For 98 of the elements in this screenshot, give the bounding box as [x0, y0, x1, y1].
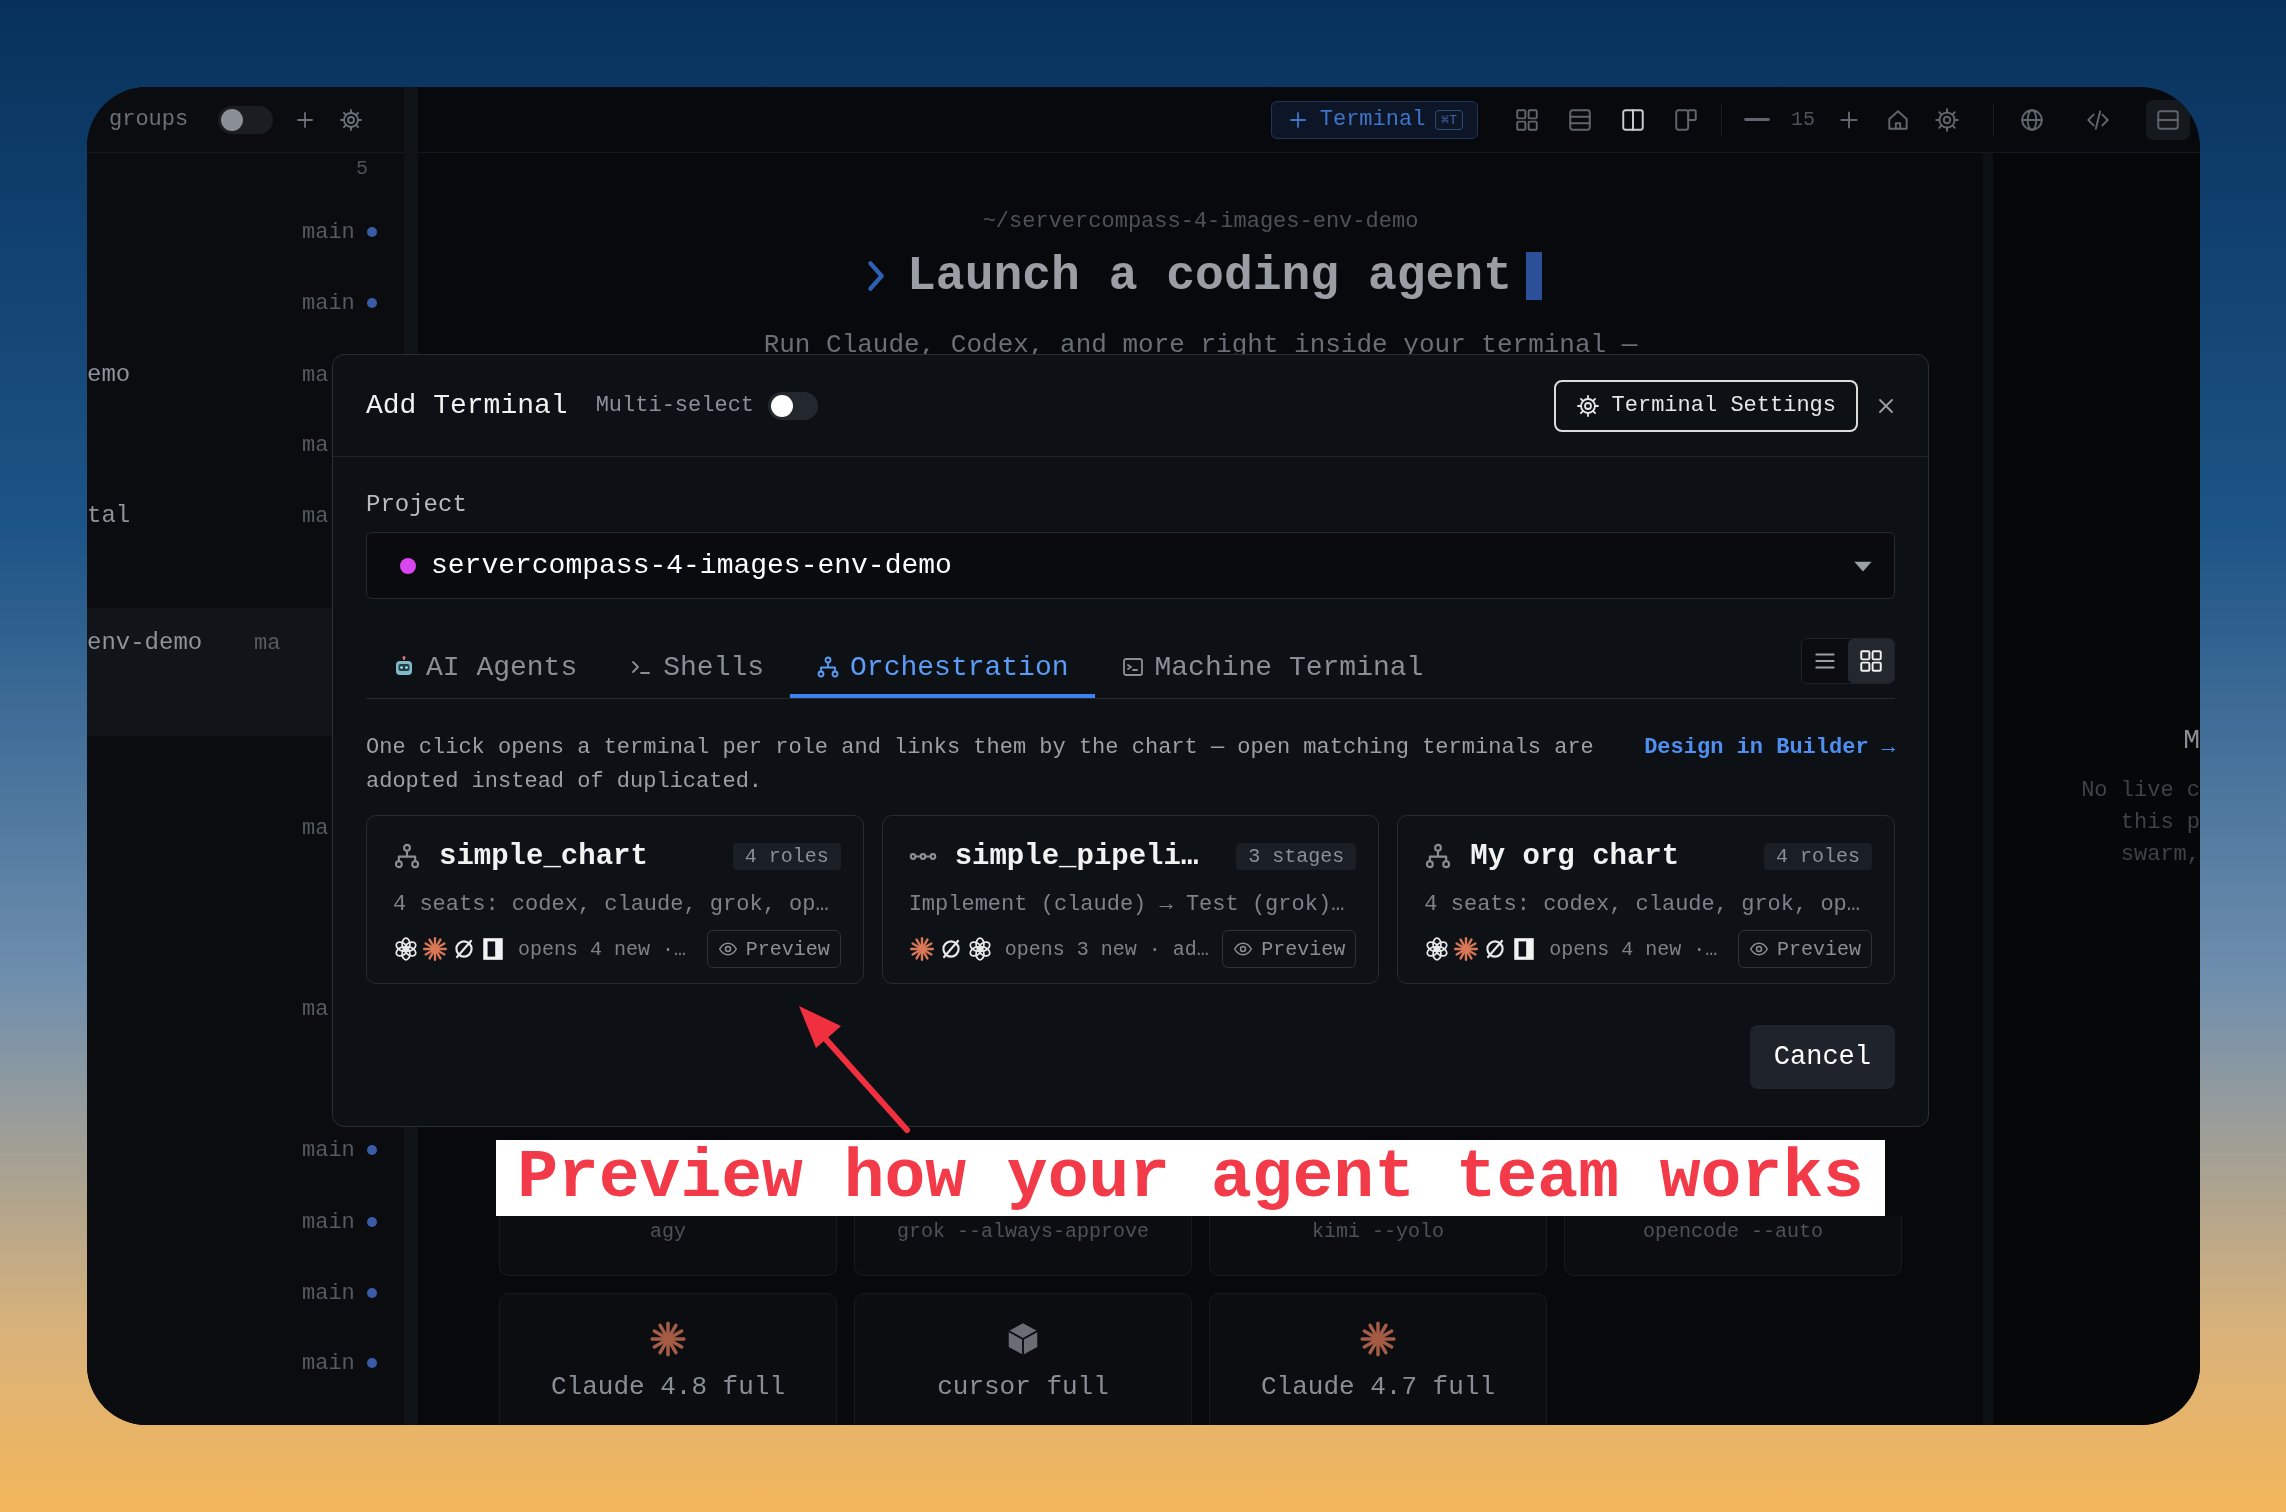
grid-view-button[interactable]: [1848, 639, 1894, 683]
branch-label: main: [302, 219, 355, 245]
panel-button[interactable]: [2146, 99, 2190, 140]
font-size-value: 15: [1790, 108, 1816, 131]
count-badge: 4 roles: [1763, 842, 1872, 870]
branch-label: main: [302, 290, 355, 316]
asterisk-icon: [908, 936, 935, 962]
branch-label: ma: [302, 362, 329, 388]
split-layout-icon: [1673, 106, 1699, 133]
tab[interactable]: Orchestration: [790, 636, 1095, 698]
grid-icon: [1858, 648, 1884, 674]
asterisk-icon: [1359, 1320, 1397, 1358]
groups-label: groups: [109, 107, 189, 132]
card-summary: 4 seats: codex, claude, grok, op…: [393, 891, 830, 919]
minus-icon: [1744, 116, 1770, 123]
shortcut-badge: ⌘T: [1435, 109, 1463, 130]
agent-label: opencode --auto: [1643, 1220, 1823, 1243]
hierarchy-icon: [816, 655, 841, 679]
terminal-settings-button[interactable]: Terminal Settings: [1553, 379, 1858, 432]
project-select[interactable]: servercompass-4-images-env-demo: [366, 532, 1895, 599]
settings-icon[interactable]: [339, 107, 364, 132]
tab[interactable]: Shells: [603, 636, 791, 698]
dialog-title: Add Terminal: [366, 390, 568, 421]
project-name: emo: [87, 360, 132, 390]
branch-label: ma: [302, 432, 329, 458]
multi-select-toggle[interactable]: [768, 391, 819, 420]
card-title: My org chart: [1470, 839, 1680, 873]
asterisk-icon: [649, 1320, 687, 1358]
count-label: 5: [356, 157, 368, 180]
card-detail: opens 4 new ·…: [518, 937, 687, 961]
agent-card[interactable]: cursor full: [854, 1293, 1192, 1425]
eye-icon: [717, 939, 738, 959]
agent-card[interactable]: Claude 4.8 full: [499, 1293, 837, 1425]
square-icon: [480, 936, 506, 962]
branch-label: main: [302, 1209, 355, 1235]
eye-icon: [1233, 939, 1254, 959]
asterisk-icon: [1453, 936, 1480, 962]
eye-icon: [1748, 939, 1769, 959]
preview-button[interactable]: Preview: [1737, 930, 1872, 968]
heading: Launch a coding agent: [907, 249, 1512, 303]
builder-link[interactable]: Design in Builder →: [1644, 731, 1895, 765]
agent-label: kimi --yolo: [1312, 1220, 1444, 1243]
empty-state-text: this p: [2120, 809, 2200, 837]
panel-heading: M: [2183, 724, 2200, 758]
branch-label: main: [302, 1280, 355, 1306]
card-detail: opens 3 new · ad…: [1004, 937, 1209, 961]
preview-button[interactable]: Preview: [1222, 930, 1357, 968]
groups-toggle[interactable]: [218, 105, 274, 134]
count-badge: 3 stages: [1236, 842, 1357, 870]
globe-icon: [2019, 106, 2045, 133]
knot-icon: [966, 936, 993, 962]
cancel-button[interactable]: Cancel: [1749, 1025, 1895, 1089]
settings-icon: [1575, 393, 1600, 418]
description: One click opens a terminal per role and links them by the chart — open matching terminals are adopted instead of duplicated.: [366, 734, 1595, 796]
card-summary: 4 seats: codex, claude, grok, op…: [1424, 891, 1861, 919]
count-badge: 4 roles: [732, 842, 841, 870]
project-name: tal: [87, 501, 132, 531]
tab[interactable]: AI Agents: [366, 636, 604, 698]
multi-select-label: Multi-select: [595, 393, 755, 418]
project-name: env-demo: [87, 628, 204, 658]
knot-icon: [393, 936, 419, 962]
grid-icon: [1514, 106, 1540, 133]
empty-state-text: No live c: [2081, 777, 2200, 805]
empty-state-text: swarm,: [2120, 841, 2200, 869]
annotation-caption: Preview how your agent team works: [517, 1140, 1864, 1216]
field-label: Project: [366, 490, 468, 520]
sidebar-row[interactable]: env-demo ma: [87, 608, 332, 736]
card-title: simple_pipeli…: [954, 839, 1199, 873]
card-summary: Implement (claude) → Test (grok)…: [908, 891, 1346, 919]
agent-card[interactable]: Claude 4.7 full: [1209, 1293, 1547, 1425]
agent-label: grok --always-approve: [896, 1220, 1149, 1243]
agent-label: Claude 4.7 full: [1260, 1372, 1495, 1402]
subtitle: Run Claude, Codex, and more right inside your terminal —: [763, 329, 1638, 361]
branch-label: main: [302, 1350, 355, 1376]
branch-label: main: [302, 1137, 355, 1163]
text-cursor: [1525, 252, 1542, 300]
agent-label: agy: [650, 1220, 686, 1243]
branch-label: ma: [302, 996, 329, 1022]
rows-icon: [1567, 106, 1593, 133]
card-detail: opens 4 new ·…: [1549, 937, 1718, 961]
branch-label: ma: [302, 503, 329, 529]
columns-icon: [1620, 106, 1646, 133]
agent-label: Claude 4.8 full: [550, 1372, 785, 1402]
agent-label: cursor full: [937, 1372, 1109, 1402]
branch-label: ma: [254, 630, 281, 656]
preview-button[interactable]: Preview: [706, 930, 841, 968]
pipeline-icon: [908, 852, 937, 860]
terminal-icon: [1120, 655, 1145, 679]
card-title: simple_chart: [439, 839, 648, 873]
hierarchy-icon: [393, 842, 421, 870]
tab[interactable]: Machine Terminal: [1094, 636, 1450, 698]
settings-icon: [1934, 106, 1960, 133]
new-terminal-button[interactable]: Terminal ⌘T: [1270, 100, 1478, 139]
project-path: ~/servercompass-4-images-env-demo: [982, 208, 1419, 236]
hierarchy-icon: [1424, 842, 1453, 870]
asterisk-icon: [422, 936, 448, 962]
project-color-dot: [400, 557, 416, 574]
branch-label: ma: [302, 815, 329, 841]
